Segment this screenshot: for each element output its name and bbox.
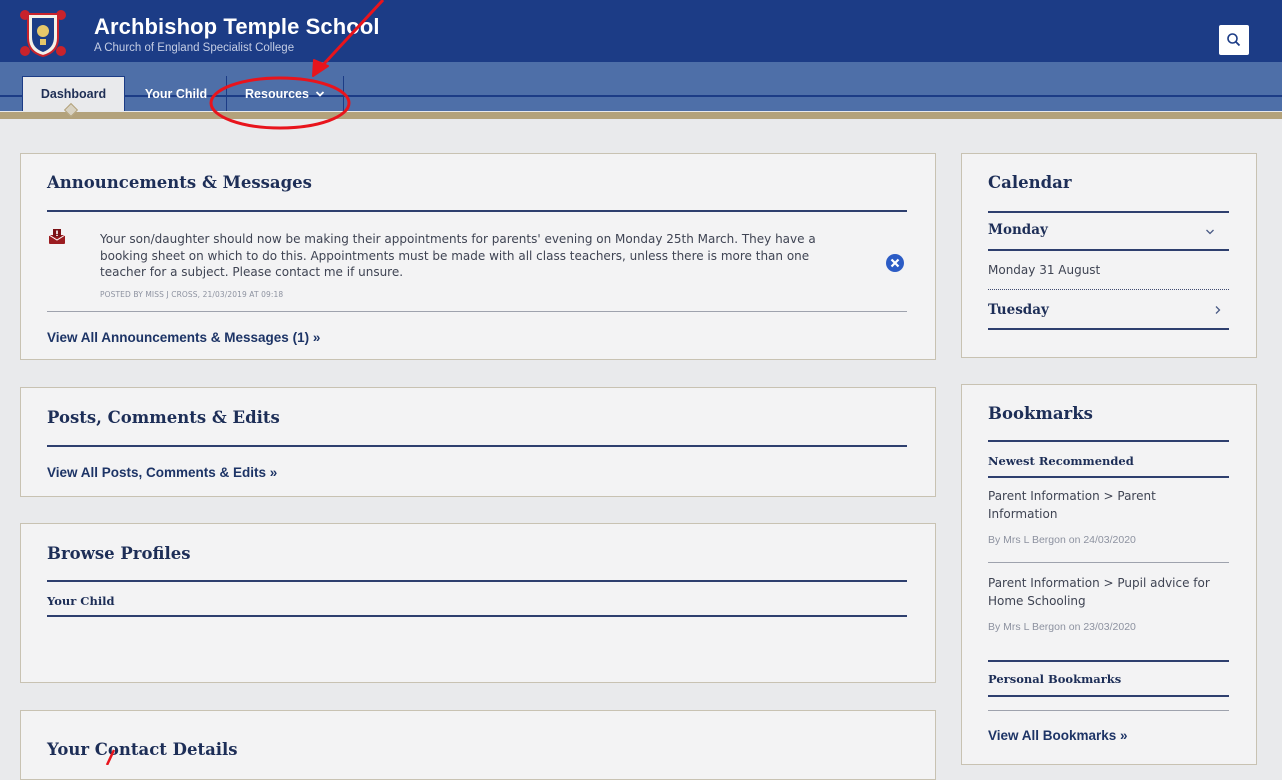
close-icon (886, 254, 904, 272)
announcements-title: Announcements & Messages (47, 173, 312, 192)
calendar-monday-rule (988, 249, 1229, 251)
profiles-title: Browse Profiles (47, 544, 191, 563)
chevron-down-icon[interactable] (1205, 228, 1215, 236)
bookmarks-footer-divider (988, 710, 1229, 711)
announcement-posted-by: POSTED BY MISS J CROSS, 21/03/2019 AT 09… (100, 290, 284, 299)
posts-title: Posts, Comments & Edits (47, 408, 280, 427)
calendar-dotted-divider (988, 289, 1229, 290)
announcement-message: Your son/daughter should now be making t… (100, 232, 816, 279)
bookmark-item-by: By Mrs L Bergon on 23/03/2020 (988, 621, 1136, 633)
tab-resources[interactable]: Resources (226, 76, 344, 111)
tab-your-child[interactable]: Your Child (126, 76, 226, 111)
nav-accent-line (0, 112, 1282, 119)
bookmarks-personal: Personal Bookmarks (988, 672, 1122, 686)
calendar-tuesday-rule (988, 328, 1229, 330)
chevron-down-icon (315, 90, 325, 97)
profiles-rule (47, 580, 907, 582)
school-crest-icon[interactable] (18, 8, 68, 58)
bookmarks-newest: Newest Recommended (988, 454, 1134, 468)
calendar-monday-date: Monday 31 August (988, 263, 1101, 277)
search-icon (1227, 33, 1241, 47)
view-all-posts-link[interactable]: View All Posts, Comments & Edits » (47, 465, 277, 480)
bookmarks-personal-rule (988, 695, 1229, 697)
calendar-day-tuesday[interactable]: Tuesday (988, 302, 1049, 318)
bookmark-item-link[interactable]: Parent Information > Pupil advice for Ho… (988, 574, 1228, 610)
tab-your-child-label: Your Child (144, 86, 208, 101)
bookmarks-personal-top-rule (988, 660, 1229, 662)
bookmark-item-link[interactable]: Parent Information > Parent Information (988, 487, 1213, 523)
calendar-rule (988, 211, 1229, 213)
alert-mail-icon (48, 229, 66, 244)
announcements-divider (47, 311, 907, 312)
bookmarks-newest-rule (988, 476, 1229, 478)
school-name[interactable]: Archbishop Temple School (94, 14, 380, 40)
posts-card (20, 387, 936, 497)
chevron-right-icon[interactable] (1214, 305, 1222, 315)
search-button[interactable] (1219, 25, 1249, 55)
contact-title: Your Contact Details (47, 740, 238, 759)
bookmark-divider (988, 562, 1229, 563)
bookmarks-rule (988, 440, 1229, 442)
posts-rule (47, 445, 907, 447)
tab-dashboard-label: Dashboard (40, 87, 107, 101)
calendar-day-monday[interactable]: Monday (988, 222, 1048, 238)
school-subtitle: A Church of England Specialist College (94, 42, 295, 54)
bookmark-item-by: By Mrs L Bergon on 24/03/2020 (988, 534, 1136, 546)
tab-resources-label: Resources (245, 86, 309, 101)
calendar-title: Calendar (988, 173, 1072, 192)
announcements-rule (47, 210, 907, 212)
view-all-announcements-link[interactable]: View All Announcements & Messages (1) » (47, 330, 320, 345)
profiles-your-child[interactable]: Your Child (47, 594, 115, 608)
dismiss-announcement-button[interactable] (885, 253, 905, 273)
bookmarks-title: Bookmarks (988, 404, 1093, 423)
profiles-sub-rule (47, 615, 907, 617)
view-all-bookmarks-link[interactable]: View All Bookmarks » (988, 728, 1128, 743)
